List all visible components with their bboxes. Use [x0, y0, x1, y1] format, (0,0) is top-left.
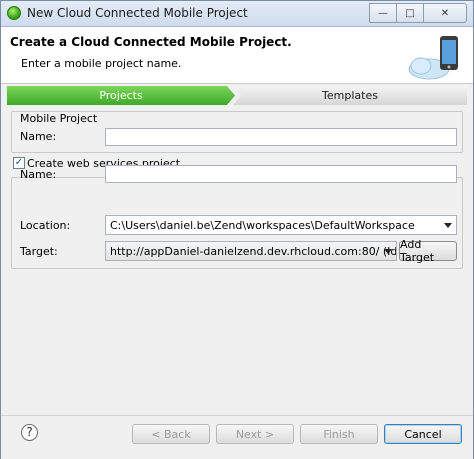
maximize-button[interactable]: □ [396, 3, 424, 23]
banner-description: Enter a mobile project name. [21, 57, 182, 70]
wizard-content: Mobile Project Name: ✓ Create web servic… [7, 107, 467, 413]
location-label: Location: [20, 219, 71, 232]
window-controls: — □ ✕ [369, 3, 467, 23]
location-combo[interactable]: C:\Users\daniel.be\Zend\workspaces\Defau… [105, 215, 457, 235]
back-button[interactable]: < Back [132, 424, 210, 444]
app-logo-icon [7, 6, 21, 20]
close-icon: ✕ [440, 7, 450, 19]
title-bar: New Cloud Connected Mobile Project — □ ✕ [1, 1, 473, 27]
target-label: Target: [20, 245, 58, 258]
wizard-banner: Create a Cloud Connected Mobile Project.… [1, 27, 473, 84]
step-projects[interactable]: Projects [7, 86, 235, 105]
mobile-project-legend: Mobile Project [18, 112, 100, 125]
target-value: http://appDaniel-danielzend.dev.rhcloud.… [110, 245, 397, 258]
wizard-window: New Cloud Connected Mobile Project — □ ✕… [0, 0, 474, 459]
target-combo[interactable]: http://appDaniel-danielzend.dev.rhcloud.… [105, 241, 397, 261]
ws-name-label: Name: [20, 168, 57, 181]
cancel-button[interactable]: Cancel [384, 424, 462, 444]
mobile-name-input[interactable] [105, 128, 457, 146]
banner-title: Create a Cloud Connected Mobile Project. [10, 35, 292, 49]
button-bar: ? < Back Next > Finish Cancel [1, 415, 473, 459]
ws-name-input[interactable] [105, 165, 457, 183]
location-value: C:\Users\daniel.be\Zend\workspaces\Defau… [110, 219, 415, 232]
wizard-steps: Projects Templates [7, 86, 467, 105]
help-icon[interactable]: ? [21, 424, 38, 441]
finish-button[interactable]: Finish [300, 424, 378, 444]
mobile-name-label: Name: [20, 130, 57, 143]
minimize-icon: — [378, 7, 388, 19]
step-templates[interactable]: Templates [233, 86, 467, 105]
close-button[interactable]: ✕ [423, 3, 467, 23]
chevron-down-icon [444, 223, 452, 228]
cloud-mobile-icon [408, 36, 458, 80]
add-target-button[interactable]: Add Target [399, 238, 457, 264]
chevron-down-icon [384, 249, 392, 254]
next-button[interactable]: Next > [216, 424, 294, 444]
maximize-icon: □ [405, 7, 415, 19]
window-title: New Cloud Connected Mobile Project [27, 6, 248, 20]
minimize-button[interactable]: — [369, 3, 397, 23]
